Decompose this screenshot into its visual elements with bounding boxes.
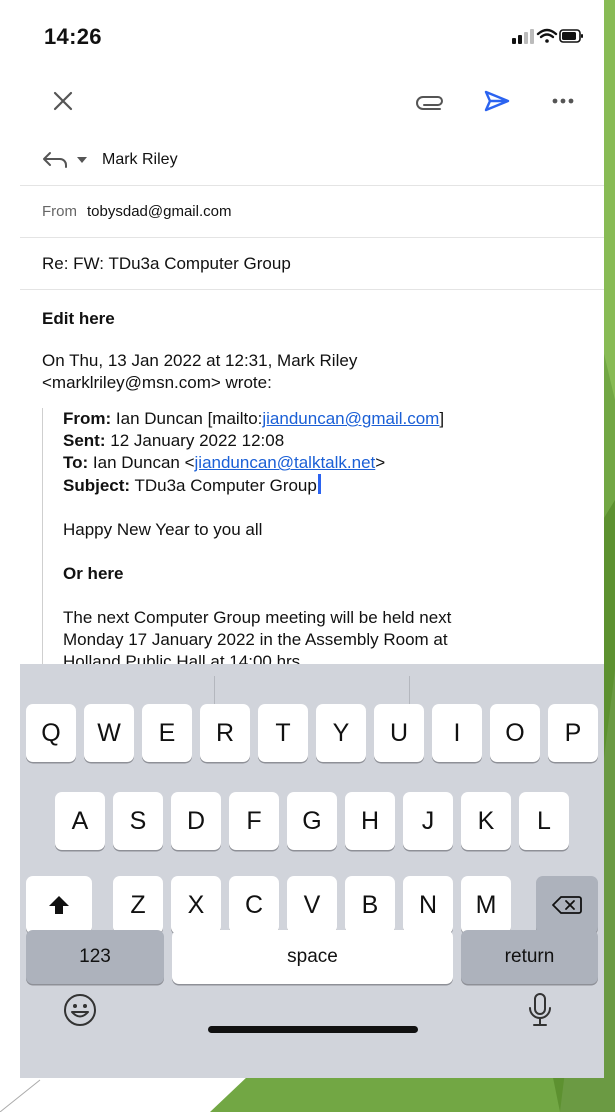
status-icons	[512, 28, 583, 44]
send-button[interactable]	[472, 76, 522, 126]
emoji-button[interactable]	[60, 990, 100, 1030]
close-icon	[53, 91, 73, 111]
talktalk-link[interactable]: jianduncan@talktalk.net	[195, 453, 376, 472]
key-w[interactable]: W	[84, 704, 134, 762]
key-t[interactable]: T	[258, 704, 308, 762]
reply-icon	[43, 151, 67, 168]
edit-here-text: Edit here	[42, 309, 115, 328]
key-z[interactable]: Z	[113, 876, 163, 934]
key-k[interactable]: K	[461, 792, 511, 850]
key-f[interactable]: F	[229, 792, 279, 850]
meeting-line-1: The next Computer Group meeting will be …	[63, 608, 452, 627]
shift-key[interactable]	[26, 876, 92, 934]
from-row[interactable]: From tobysdad@gmail.com	[20, 186, 604, 238]
battery-icon	[559, 29, 583, 43]
chevron-down-icon[interactable]	[76, 156, 88, 164]
keyboard: Q W E R T Y U I O P A S D F G H J K L Z …	[20, 664, 604, 1078]
dictation-button[interactable]	[520, 990, 560, 1030]
status-bar: 14:26	[20, 0, 604, 70]
close-button[interactable]	[38, 76, 88, 126]
return-key[interactable]: return	[461, 930, 598, 984]
meeting-line-2: Monday 17 January 2022 in the Assembly R…	[63, 630, 448, 649]
status-time: 14:26	[44, 24, 102, 49]
intro-line-1: On Thu, 13 Jan 2022 at 12:31, Mark Riley	[42, 351, 358, 370]
recipient-name: Mark Riley	[102, 150, 178, 168]
key-p[interactable]: P	[548, 704, 598, 762]
signal-icon	[512, 29, 534, 44]
compose-toolbar	[20, 76, 604, 126]
greeting-text: Happy New Year to you all	[63, 520, 263, 539]
key-v[interactable]: V	[287, 876, 337, 934]
from-label: From	[42, 203, 77, 220]
backspace-icon	[552, 896, 582, 914]
key-h[interactable]: H	[345, 792, 395, 850]
key-a[interactable]: A	[55, 792, 105, 850]
send-icon	[484, 90, 510, 112]
subject-text: Re: FW: TDu3a Computer Group	[42, 253, 291, 273]
quote-to-line: To: Ian Duncan <jianduncan@talktalk.net>	[63, 453, 386, 472]
key-j[interactable]: J	[403, 792, 453, 850]
backspace-key[interactable]	[536, 876, 598, 934]
key-u[interactable]: U	[374, 704, 424, 762]
message-body[interactable]: Edit here On Thu, 13 Jan 2022 at 12:31, …	[42, 300, 587, 673]
key-m[interactable]: M	[461, 876, 511, 934]
key-i[interactable]: I	[432, 704, 482, 762]
emoji-icon	[64, 994, 96, 1026]
key-c[interactable]: C	[229, 876, 279, 934]
key-l[interactable]: L	[519, 792, 569, 850]
phone-screen: 14:26 Mark Riley From tobysdad@gmail.com…	[20, 0, 604, 1078]
shift-icon	[49, 896, 69, 914]
wifi-icon	[536, 28, 558, 43]
or-here-text: Or here	[63, 564, 124, 583]
key-g[interactable]: G	[287, 792, 337, 850]
paperclip-icon	[416, 96, 443, 110]
quote-from-line: From: Ian Duncan [mailto:jianduncan@gmai…	[63, 409, 445, 428]
key-e[interactable]: E	[142, 704, 192, 762]
key-n[interactable]: N	[403, 876, 453, 934]
reply-recipient-row[interactable]: Mark Riley	[20, 134, 604, 186]
quote-subject-line: Subject: TDu3a Computer Group	[63, 474, 587, 497]
quoted-intro: On Thu, 13 Jan 2022 at 12:31, Mark Riley…	[42, 350, 587, 394]
attach-button[interactable]	[406, 76, 456, 126]
key-r[interactable]: R	[200, 704, 250, 762]
key-d[interactable]: D	[171, 792, 221, 850]
key-o[interactable]: O	[490, 704, 540, 762]
from-address: tobysdad@gmail.com	[87, 203, 232, 220]
microphone-icon	[529, 993, 551, 1026]
numbers-key[interactable]: 123	[26, 930, 164, 984]
key-q[interactable]: Q	[26, 704, 76, 762]
space-key[interactable]: space	[172, 930, 453, 984]
key-s[interactable]: S	[113, 792, 163, 850]
home-indicator	[208, 1026, 418, 1033]
more-options-icon	[552, 98, 574, 104]
gmail-link[interactable]: jianduncan@gmail.com	[262, 409, 439, 428]
key-y[interactable]: Y	[316, 704, 366, 762]
quoted-message: From: Ian Duncan [mailto:jianduncan@gmai…	[42, 408, 587, 673]
text-cursor	[317, 474, 321, 494]
key-x[interactable]: X	[171, 876, 221, 934]
more-options-button[interactable]	[538, 76, 588, 126]
key-b[interactable]: B	[345, 876, 395, 934]
quote-sent-line: Sent: 12 January 2022 12:08	[63, 431, 285, 450]
intro-line-2: <marklriley@msn.com> wrote:	[42, 373, 272, 392]
subject-field[interactable]: Re: FW: TDu3a Computer Group	[20, 238, 604, 290]
